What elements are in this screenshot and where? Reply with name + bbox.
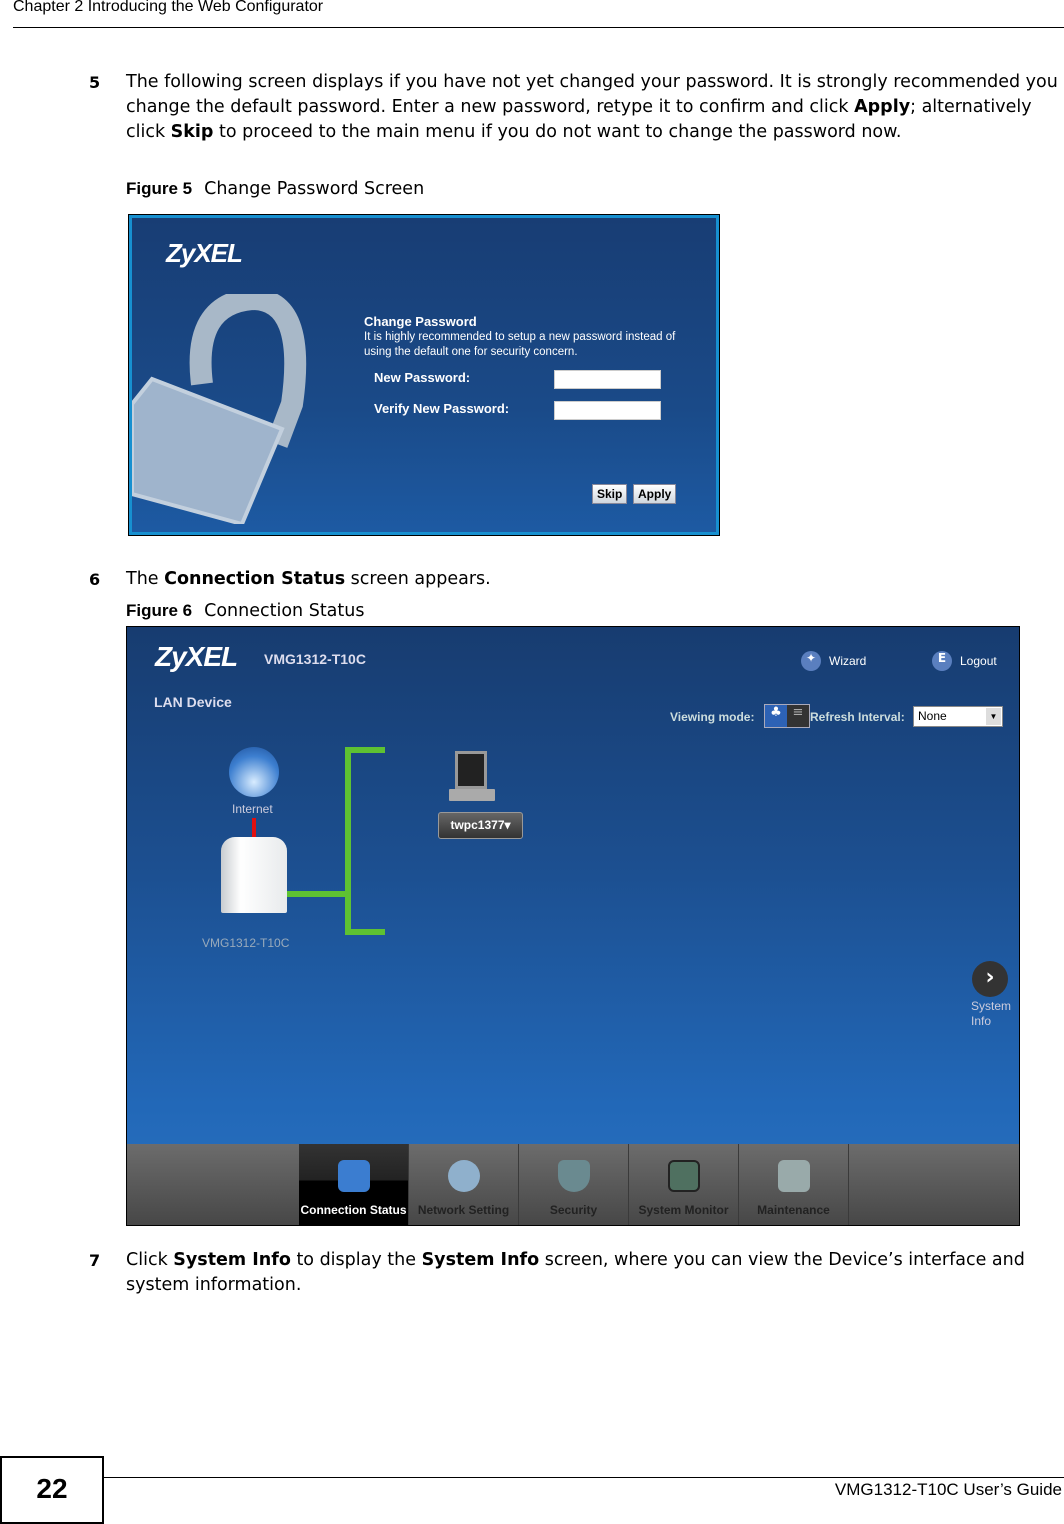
change-password-heading: Change Password bbox=[364, 314, 477, 329]
page-number: 22 bbox=[0, 1456, 104, 1524]
tab-label: System Monitor bbox=[638, 1203, 729, 1217]
connection-status-screen: ZyXEL VMG1312-T10C ✦ Wizard E Logout LAN D… bbox=[126, 626, 1020, 1226]
step-number: 5 bbox=[89, 73, 101, 92]
model-name: VMG1312-T10C bbox=[264, 651, 366, 667]
step-number: 6 bbox=[89, 570, 101, 589]
figure-title: Connection Status bbox=[204, 601, 365, 621]
step-5-text: The following screen displays if you hav… bbox=[126, 70, 1061, 145]
bold-term: Skip bbox=[170, 122, 214, 142]
lan-link-line bbox=[287, 891, 345, 897]
guide-title: VMG1312-T10C User’s Guide bbox=[834, 1480, 1062, 1499]
refresh-value: None bbox=[918, 709, 947, 723]
laptop-icon[interactable] bbox=[455, 751, 487, 789]
bold-term: Apply bbox=[854, 97, 911, 117]
laptop-base bbox=[449, 789, 495, 801]
chart-icon bbox=[668, 1160, 700, 1192]
tools-icon bbox=[778, 1160, 810, 1192]
step-6-text: The Connection Status screen appears. bbox=[126, 567, 1061, 592]
tab-system-monitor[interactable]: System Monitor bbox=[629, 1144, 739, 1225]
system-info-line: Info bbox=[971, 1014, 992, 1028]
lan-bus-top bbox=[345, 747, 385, 753]
tab-label: Maintenance bbox=[757, 1203, 830, 1217]
system-info-link[interactable]: System Info bbox=[971, 999, 1011, 1029]
figure-6-caption: Figure 6 Connection Status bbox=[126, 601, 364, 621]
text: screen appears. bbox=[345, 569, 491, 589]
main-nav-bar: Connection Status Network Setting Securi… bbox=[127, 1144, 1019, 1225]
change-password-description: It is highly recommended to setup a new … bbox=[364, 331, 676, 358]
step-7-text: Click System Info to display the System … bbox=[126, 1248, 1061, 1298]
client-device-button[interactable]: twpc1377▾ bbox=[438, 812, 523, 839]
system-info-line: System bbox=[971, 999, 1012, 1013]
viewing-mode-label: Viewing mode: bbox=[670, 710, 755, 724]
router-model-label: VMG1312-T10C bbox=[202, 936, 290, 950]
chevron-down-icon: ▼ bbox=[986, 708, 1001, 725]
internet-globe-icon[interactable] bbox=[229, 747, 279, 797]
lan-device-title: LAN Device bbox=[154, 694, 232, 710]
figure-5-caption: Figure 5 Change Password Screen bbox=[126, 179, 424, 199]
footer-divider bbox=[104, 1477, 1064, 1478]
viewing-mode-toggle[interactable]: ♣ ≡ bbox=[764, 704, 810, 728]
bold-term: Connection Status bbox=[164, 569, 346, 589]
tab-maintenance[interactable]: Maintenance bbox=[739, 1144, 849, 1225]
bold-term: System Info bbox=[421, 1250, 540, 1270]
text: to proceed to the main menu if you do no… bbox=[213, 122, 902, 142]
lan-bus-line bbox=[345, 747, 351, 935]
text: The bbox=[126, 569, 165, 589]
text: to display the bbox=[290, 1250, 422, 1270]
apply-button[interactable]: Apply bbox=[633, 484, 677, 504]
skip-button[interactable]: Skip bbox=[592, 484, 628, 504]
figure-label: Figure 5 bbox=[126, 179, 193, 198]
client-name: twpc1377 bbox=[450, 818, 505, 832]
step-number: 7 bbox=[89, 1251, 101, 1270]
tab-label: Network Setting bbox=[417, 1203, 510, 1217]
bold-term: System Info bbox=[173, 1250, 291, 1270]
verify-password-label: Verify New Password: bbox=[374, 401, 510, 416]
internet-label: Internet bbox=[232, 802, 273, 816]
figure-label: Figure 6 bbox=[126, 601, 193, 620]
chapter-header: Chapter 2 Introducing the Web Configurat… bbox=[13, 0, 324, 15]
wizard-icon: ✦ bbox=[801, 651, 821, 671]
logout-label: Logout bbox=[960, 654, 997, 668]
tab-label: Connection Status bbox=[300, 1203, 407, 1217]
tab-label: Security bbox=[549, 1203, 598, 1217]
logout-link[interactable]: E Logout bbox=[932, 651, 997, 671]
refresh-interval-label: Refresh Interval: bbox=[810, 710, 905, 724]
topology-view-icon[interactable]: ♣ bbox=[765, 705, 787, 727]
text: Click bbox=[126, 1250, 174, 1270]
tab-security[interactable]: Security bbox=[519, 1144, 629, 1225]
shield-icon bbox=[558, 1160, 590, 1192]
zyxel-logo: ZyXEL bbox=[155, 641, 238, 672]
tab-connection-status[interactable]: Connection Status bbox=[299, 1144, 409, 1225]
padlock-icon bbox=[132, 294, 307, 524]
router-device-icon[interactable] bbox=[221, 837, 287, 913]
chevron-right-icon[interactable]: › bbox=[972, 961, 1008, 997]
list-view-icon[interactable]: ≡ bbox=[787, 705, 809, 727]
figure-title: Change Password Screen bbox=[204, 179, 425, 199]
header-divider bbox=[13, 27, 1064, 28]
zyxel-logo: ZyXEL bbox=[166, 238, 243, 268]
verify-password-input[interactable] bbox=[554, 401, 661, 420]
gear-icon bbox=[448, 1160, 480, 1192]
change-password-screen: ZyXEL Change Password It is highly recom… bbox=[128, 214, 720, 536]
lan-bus-bottom bbox=[345, 929, 385, 935]
wizard-label: Wizard bbox=[829, 654, 867, 668]
monitor-globe-icon bbox=[338, 1160, 370, 1192]
new-password-label: New Password: bbox=[374, 370, 471, 385]
refresh-interval-select[interactable]: None ▼ bbox=[913, 706, 1003, 727]
wizard-link[interactable]: ✦ Wizard bbox=[801, 651, 866, 671]
new-password-input[interactable] bbox=[554, 370, 661, 389]
logout-icon: E bbox=[932, 651, 952, 671]
tab-network-setting[interactable]: Network Setting bbox=[409, 1144, 519, 1225]
